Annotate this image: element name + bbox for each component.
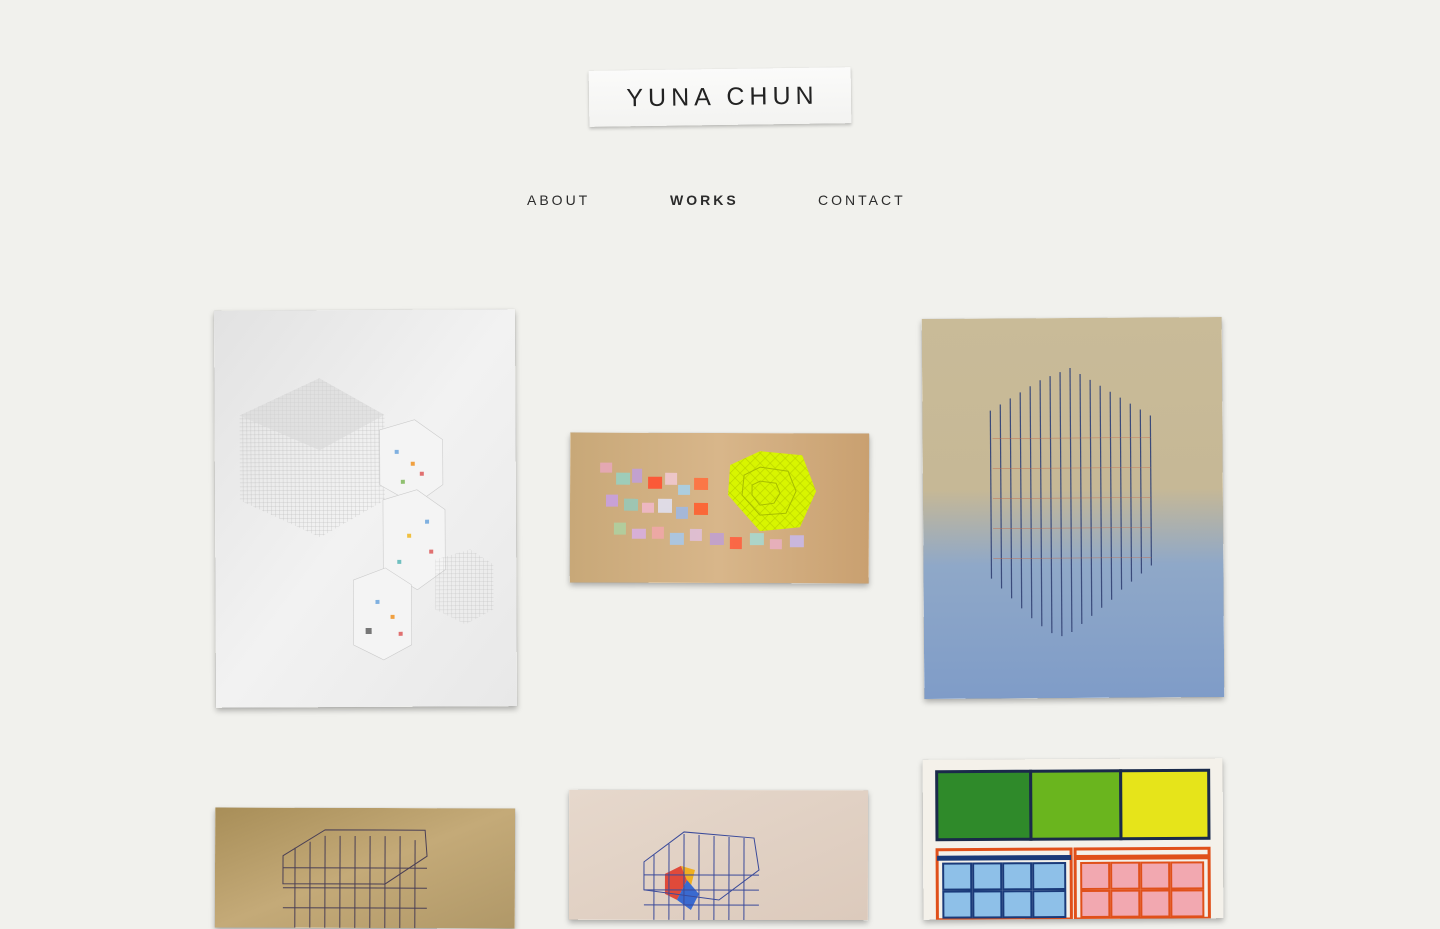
artwork-color-blocks-image [923,758,1224,920]
artwork-neon-hexagon-collage-image [570,432,870,583]
artwork-hexagon-drawing[interactable] [214,309,517,708]
nav-contact-link[interactable]: CONTACT [818,192,906,208]
artwork-wire-grid-box-image [922,317,1225,699]
nav-about-link[interactable]: ABOUT [527,192,590,208]
artwork-neon-hexagon-collage[interactable] [570,432,870,583]
main-nav: ABOUT WORKS CONTACT [0,192,1440,212]
artwork-gold-grid-box[interactable] [215,807,515,928]
site-logo-text: YUNA CHUN [621,81,819,113]
artwork-color-blocks[interactable] [923,758,1224,920]
artwork-gold-grid-box-image [215,807,515,928]
site-logo[interactable]: YUNA CHUN [589,67,852,127]
artwork-color-grid-box-image [569,790,868,921]
artwork-color-grid-box[interactable] [569,790,868,921]
nav-works-link[interactable]: WORKS [670,192,739,208]
artwork-wire-grid-box[interactable] [922,317,1225,699]
artwork-hexagon-drawing-image [214,309,517,708]
